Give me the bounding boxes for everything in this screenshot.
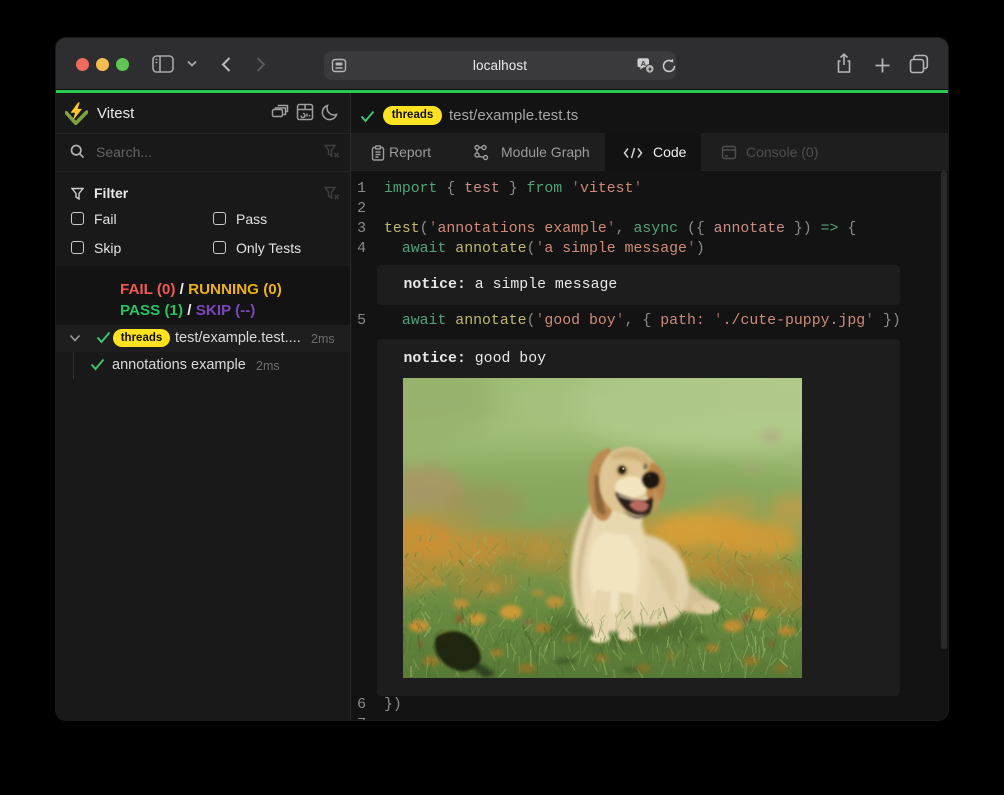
svg-text:✦: ✦ (647, 66, 653, 74)
